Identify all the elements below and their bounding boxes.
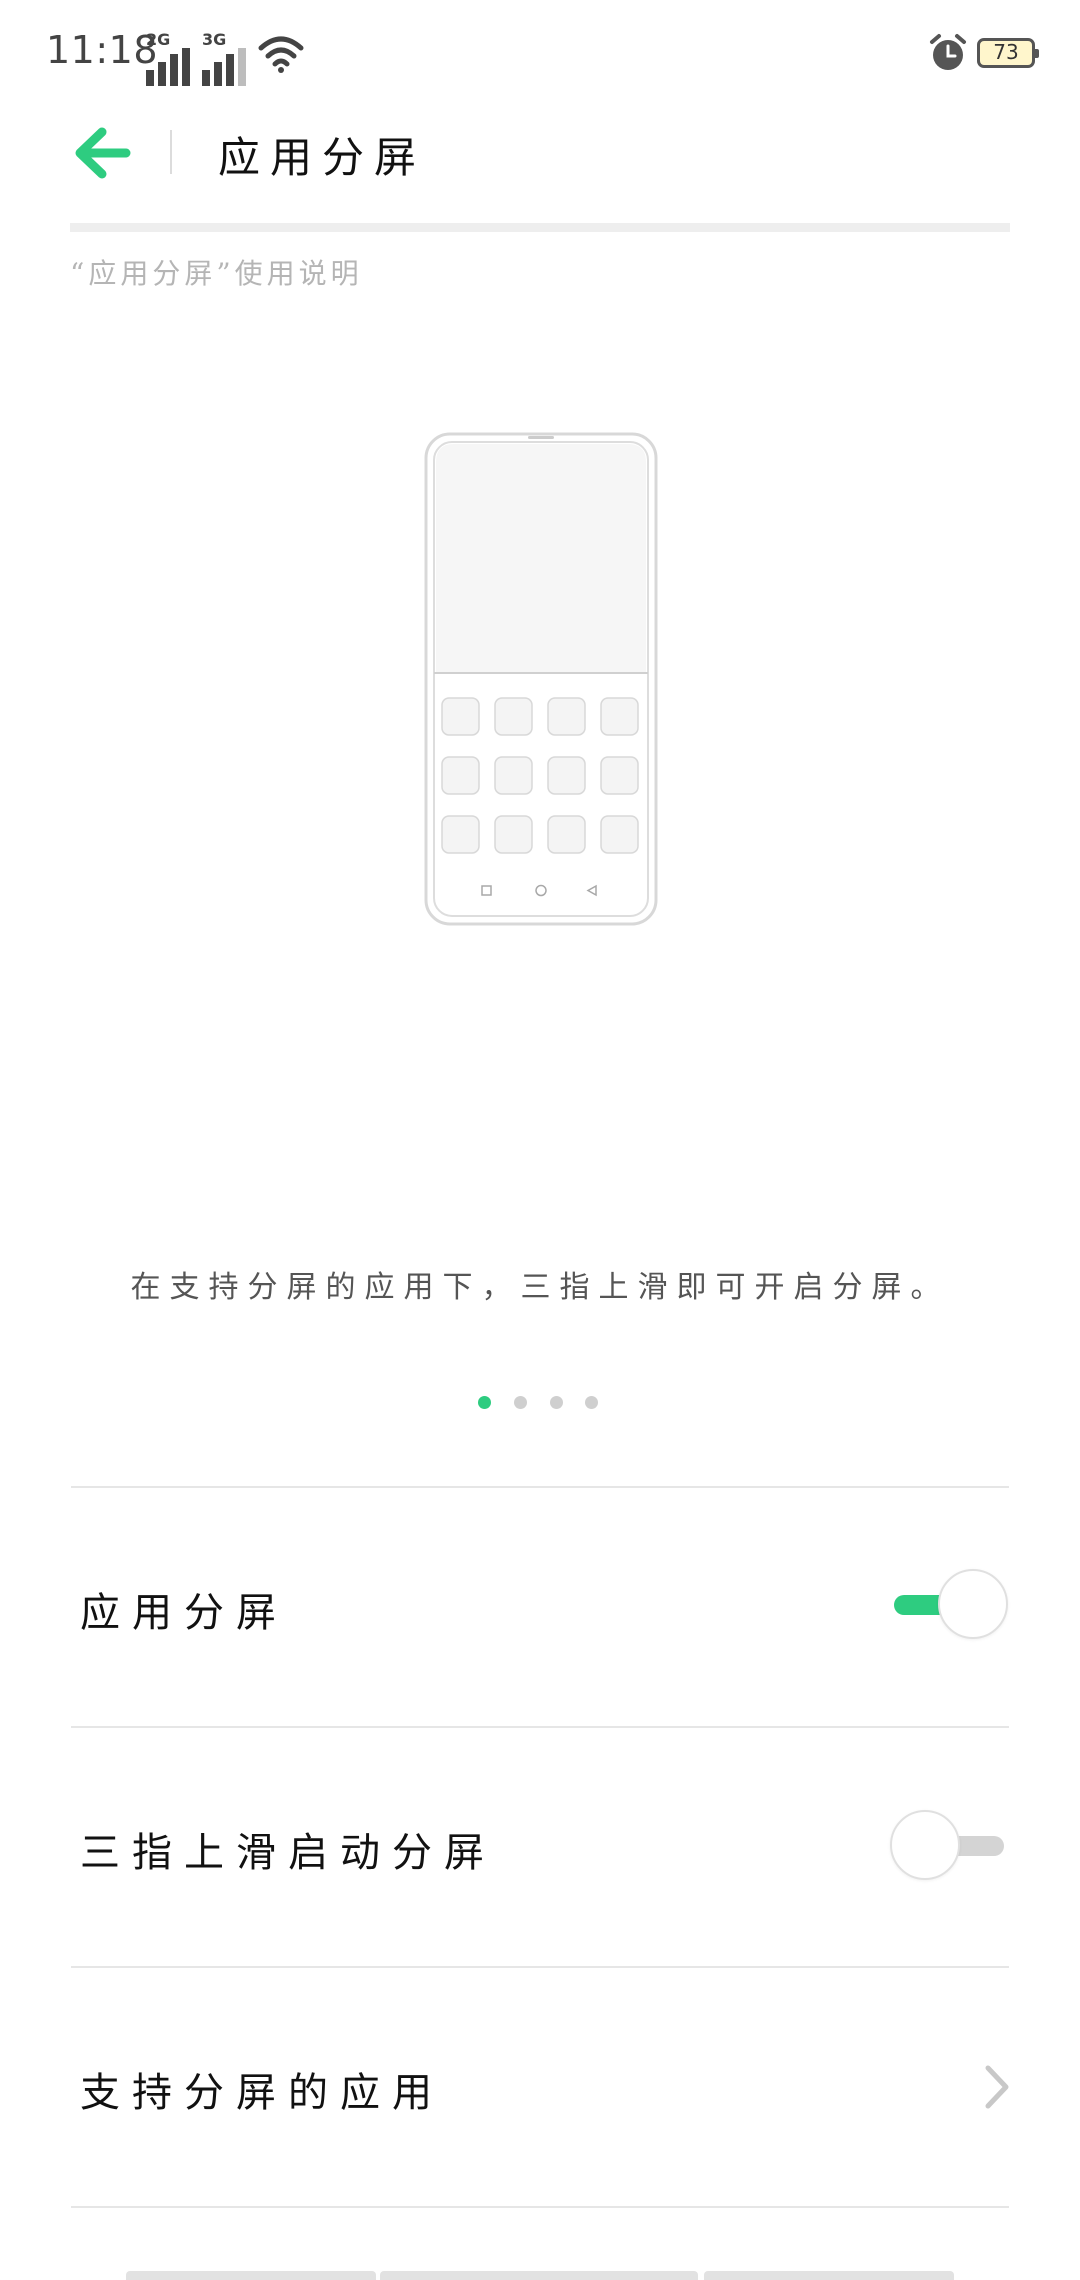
page-dot-4[interactable] [585,1396,598,1409]
wifi-icon [258,36,304,73]
arrow-left-icon[interactable] [68,118,148,188]
page-dot-1[interactable] [478,1396,491,1409]
status-bar: 11:18 2G 3G 73 [0,0,1080,110]
switch-thumb [938,1569,1008,1639]
divider [71,2206,1009,2208]
network-type-label: 2G [146,30,171,49]
split-screen-illustration [424,432,658,926]
battery-level: 73 [993,40,1019,64]
signal-bars-icon [146,48,190,86]
switch-thumb [890,1810,960,1880]
setting-label: 应用分屏 [80,1590,288,1636]
page-title: 应用分屏 [218,133,427,182]
alarm-icon [930,34,966,70]
divider [71,1966,1009,1968]
page-dot-3[interactable] [550,1396,563,1409]
three-finger-switch[interactable] [890,1810,1008,1884]
chevron-right-icon[interactable] [982,2062,1012,2112]
bottom-tab[interactable] [126,2271,376,2280]
guide-text: 在支持分屏的应用下，三指上滑即可开启分屏。 [130,1270,950,1305]
header-divider [170,130,172,174]
bottom-tab[interactable] [380,2271,698,2280]
divider [71,1486,1009,1488]
page-dot-2[interactable] [514,1396,527,1409]
split-screen-switch[interactable] [890,1569,1008,1643]
status-time: 11:18 [46,28,159,72]
setting-label: 支持分屏的应用 [80,2070,444,2116]
divider [71,1726,1009,1728]
battery-icon: 73 [977,38,1039,68]
header-rule [70,223,1010,232]
page-indicator[interactable] [478,1396,608,1410]
bottom-tab-bar [126,2271,954,2280]
network-type-label: 3G [202,30,227,49]
usage-caption: “应用分屏”使用说明 [70,257,363,290]
bottom-tab[interactable] [704,2271,954,2280]
signal-bars-icon [202,48,246,86]
setting-label: 三指上滑启动分屏 [80,1830,496,1876]
